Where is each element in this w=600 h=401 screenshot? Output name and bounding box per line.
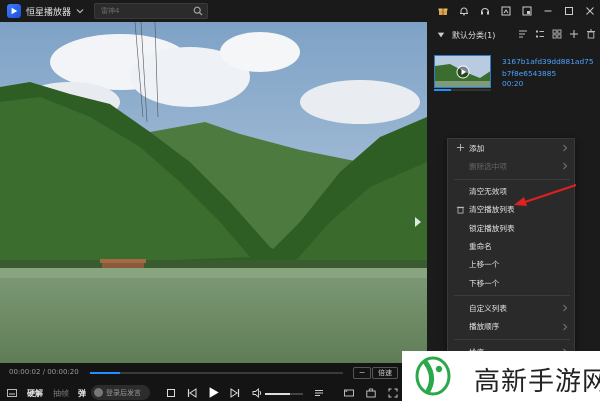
speed-decrease-button[interactable]: − — [353, 367, 371, 379]
danmaku-placeholder: 登录后发言 — [106, 389, 141, 397]
list-loop-icon[interactable] — [314, 388, 324, 398]
menu-item-label: 自定义列表 — [469, 303, 507, 313]
speed-button[interactable]: 倍速 — [372, 367, 398, 379]
item-duration: 00:20 — [502, 79, 524, 88]
menu-item[interactable]: 锁定播放列表 — [448, 219, 574, 237]
video-frame-landscape — [0, 22, 427, 363]
playlist-item[interactable]: 3167b1afd39dd881ad75b7f8e6543885 00:20 — [433, 52, 597, 114]
menu-item-label: 重命名 — [469, 242, 492, 251]
avatar — [94, 388, 103, 397]
screen-ratio-icon[interactable] — [344, 388, 354, 398]
control-bar: 00:00:02 / 00:00:20 − 倍速 硬解 抽帧 弹 登录后发言 — [0, 363, 427, 401]
next-icon[interactable] — [230, 388, 240, 398]
chevron-right-icon — [563, 305, 568, 312]
stop-icon[interactable] — [166, 388, 176, 398]
menu-item[interactable]: 重命名 — [448, 238, 574, 256]
menu-item-label: 下移一个 — [469, 278, 500, 288]
fullscreen-icon[interactable] — [388, 388, 398, 398]
volume-icon[interactable] — [252, 388, 262, 398]
danmaku-input[interactable]: 登录后发言 — [91, 385, 150, 400]
watermark-logo-icon — [415, 356, 451, 396]
menu-item[interactable]: 下移一个 — [448, 274, 574, 292]
menu-separator — [454, 339, 570, 340]
app-title[interactable]: 恒星播放器 — [26, 5, 71, 18]
menu-item-label: 删除选中项 — [469, 161, 507, 171]
danmaku-toggle[interactable]: 弹 — [78, 388, 86, 399]
add-icon[interactable] — [569, 29, 579, 39]
watermark-text: 高新手游网 — [474, 367, 600, 397]
menu-item-label: 上移一个 — [469, 260, 500, 270]
chevron-right-icon[interactable] — [413, 215, 423, 229]
chevron-right-icon — [563, 323, 568, 331]
item-progress — [434, 89, 491, 91]
sort-icon[interactable] — [518, 29, 528, 39]
list-view-icon[interactable] — [535, 29, 545, 39]
watermark-overlay: 高新手游网 — [402, 351, 600, 401]
screenshot-icon[interactable] — [495, 0, 516, 22]
menu-item[interactable]: 播放顺序 — [448, 318, 574, 336]
video-thumbnail[interactable] — [434, 55, 491, 88]
seek-bar[interactable] — [90, 372, 343, 374]
context-menu: 添加删除选中项清空无效项清空播放列表 锁定播放列表 重命名上移一个下移一个自定义列表… — [447, 138, 575, 357]
playlist-title[interactable]: 默认分类(1) — [452, 30, 495, 41]
time-display: 00:00:02 / 00:00:20 — [9, 368, 79, 376]
search-box[interactable] — [94, 3, 208, 19]
chevron-down-icon[interactable] — [75, 6, 85, 16]
menu-item[interactable]: 自定义列表 — [448, 299, 574, 317]
chevron-right-icon — [563, 162, 568, 170]
item-filename[interactable]: 3167b1afd39dd881ad75b7f8e6543885 — [502, 56, 594, 79]
search-input[interactable] — [101, 5, 187, 17]
menu-item-label: 播放顺序 — [469, 322, 500, 332]
playlist-header: 默认分类(1) — [427, 22, 600, 48]
chevron-right-icon — [563, 144, 568, 152]
search-icon[interactable] — [193, 6, 203, 16]
bell-icon[interactable] — [453, 0, 474, 22]
minimize-icon[interactable] — [537, 0, 558, 22]
trash-icon — [456, 206, 465, 214]
subtitle-icon[interactable] — [7, 388, 17, 398]
caret-down-icon[interactable] — [437, 31, 445, 39]
menu-separator — [454, 178, 570, 180]
headset-icon[interactable] — [474, 0, 495, 22]
plus-icon — [456, 143, 465, 152]
menu-item-label: 添加 — [469, 143, 485, 153]
title-bar: 恒星播放器 — [0, 0, 600, 22]
volume-slider-fill — [265, 393, 290, 395]
menu-item-label: 锁定播放列表 — [469, 223, 515, 233]
app-logo-icon — [7, 4, 21, 18]
seek-bar-fill — [90, 372, 121, 374]
previous-icon[interactable] — [187, 388, 197, 398]
menu-item-label: 清空播放列表 — [469, 205, 515, 215]
play-circle-icon[interactable] — [456, 65, 470, 79]
trash-icon[interactable] — [586, 29, 596, 39]
annotation-arrow-icon — [514, 183, 577, 206]
gift-icon[interactable] — [432, 0, 453, 22]
grid-view-icon[interactable] — [552, 29, 562, 39]
frame-skip-toggle[interactable]: 抽帧 — [53, 388, 69, 399]
volume-slider[interactable] — [265, 393, 303, 395]
close-icon[interactable] — [579, 0, 600, 22]
menu-separator — [454, 295, 570, 297]
play-icon[interactable] — [207, 386, 220, 399]
maximize-icon[interactable] — [558, 0, 579, 22]
item-progress-fill — [434, 89, 452, 91]
menu-item[interactable]: 上移一个 — [448, 256, 574, 274]
menu-item: 删除选中项 — [448, 157, 574, 175]
menu-item-label: 清空无效项 — [469, 187, 507, 197]
mini-mode-icon[interactable] — [516, 0, 537, 22]
toolbox-icon[interactable] — [366, 388, 376, 398]
video-display[interactable] — [0, 22, 427, 363]
menu-item[interactable]: 添加 — [448, 139, 574, 157]
hardware-decode-toggle[interactable]: 硬解 — [27, 388, 43, 399]
